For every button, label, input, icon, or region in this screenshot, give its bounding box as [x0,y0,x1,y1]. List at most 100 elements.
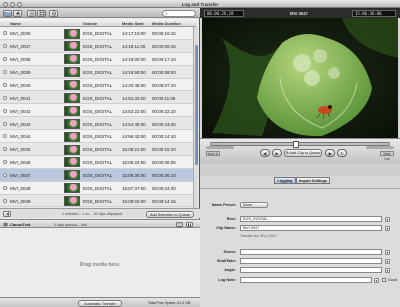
row-select-radio[interactable] [2,173,7,178]
clip-name-menu-button[interactable]: ▾ [385,225,390,231]
table-row[interactable]: MVI_0048 EOS_DIGITAL 15:07:37:00 00:00:24:2… [0,181,193,195]
clip-volume: EOS_DIGITAL [83,57,113,63]
table-row[interactable]: MVI_0039 EOS_DIGITAL 14:19:58:00 00:00:09:0… [0,65,193,79]
table-row[interactable]: MVI_0041 EOS_DIGITAL 14:51:33:00 00:00:11:0… [0,91,193,105]
clip-thumbnail [64,54,80,65]
video-preview[interactable] [202,18,398,138]
scene-menu-button[interactable]: ▾ [385,249,390,255]
clip-thumbnail [64,118,80,129]
clip-volume: EOS_DIGITAL [83,82,113,88]
mark-in-button[interactable]: Mark In [206,151,220,156]
icon-view-button[interactable] [37,9,46,17]
jog-control[interactable] [366,146,394,149]
automatic-transfer-button[interactable]: Automatic Transfer [78,299,122,307]
clip-name: MVI_0038 [10,57,31,63]
browse-toolbar: ⌕ [0,8,200,18]
name-preset-popup[interactable]: None [240,202,268,208]
duration-timecode[interactable]: 00:00:26;28 [204,9,244,17]
table-row[interactable]: MVI_0043 EOS_DIGITAL 14:54:48:00 00:00:43:2… [0,117,193,131]
search-field[interactable]: ⌕ [162,9,196,17]
row-select-radio[interactable] [2,108,7,113]
row-select-radio[interactable] [2,185,7,190]
table-row[interactable]: MVI_0045 EOS_DIGITAL 15:06:21:00 00:00:15:1… [0,143,193,156]
video-frame [202,18,398,138]
shot-take-field[interactable] [240,258,382,264]
column-header-volume[interactable]: Volume [83,21,97,26]
row-select-radio[interactable] [2,69,7,74]
table-row[interactable]: MVI_0037 EOS_DIGITAL 14:18:11:00 00:00:09:1… [0,39,193,53]
shuttle-control[interactable] [206,146,234,149]
clip-name: MVI_0036 [10,31,31,37]
log-note-menu-button[interactable]: ▾ [374,277,379,283]
clip-media-start: 14:19:00:00 [122,57,146,63]
clip-name-field[interactable]: MVI 0047 [240,225,382,231]
eject-button[interactable] [13,9,22,17]
column-header-media-start[interactable]: Media Start [122,21,144,26]
action-menu-button[interactable] [49,9,58,17]
clip-media-start: 14:53:22:00 [122,108,146,114]
angle-menu-button[interactable]: ▾ [385,267,390,273]
loop-button[interactable]: ↻ [337,149,347,157]
table-row[interactable]: MVI_0049 EOS_DIGITAL 15:08:02:00 00:00:14:1… [0,194,193,208]
add-folder-button[interactable] [3,9,12,17]
table-row[interactable]: MVI_0046 EOS_DIGITAL 15:06:24:00 00:00:05:0… [0,155,193,169]
column-header-name[interactable]: Name [10,21,21,26]
play-button[interactable]: ▶ [272,149,282,157]
go-to-in-button[interactable]: ◀| [260,149,270,157]
row-select-radio[interactable] [2,44,7,49]
row-select-radio[interactable] [2,160,7,165]
shot-take-label: Shot/Take: [216,259,236,263]
grid-view-icon [39,11,44,15]
pause-icon [188,223,191,226]
row-select-radio[interactable] [2,82,7,87]
row-select-radio[interactable] [2,95,7,100]
row-select-radio[interactable] [2,121,7,126]
transfer-queue[interactable]: Drag media here. [0,228,200,297]
shot-take-menu-button[interactable]: ▾ [385,258,390,264]
queue-device-name: CanonTest [10,222,31,228]
clip-media-duration: 00:00:15:10 [152,147,176,153]
table-row[interactable]: MVI_0042 EOS_DIGITAL 14:53:22:00 00:00:22:1… [0,104,193,118]
table-row[interactable]: MVI_0044 EOS_DIGITAL 14:56:43:00 00:00:14:1… [0,130,193,144]
clip-media-start: 15:06:36:00 [122,173,146,179]
pause-queue-button[interactable] [186,221,193,227]
add-selection-to-queue-button[interactable]: Add Selection to Queue [146,210,194,218]
row-select-radio[interactable] [2,31,7,36]
angle-field[interactable] [240,267,382,273]
scene-field[interactable] [240,249,382,255]
row-select-radio[interactable] [2,57,7,62]
good-checkbox[interactable] [382,278,386,282]
list-view-button[interactable] [27,9,36,17]
current-timecode[interactable]: 15:06:36:00 [352,9,396,17]
table-row[interactable]: MVI_0036 EOS_DIGITAL 14:17:10:00 00:00:16:1… [0,27,193,40]
clip-media-start: 14:54:48:00 [122,121,146,127]
log-note-field[interactable] [240,277,372,283]
clip-media-start: 14:17:10:00 [122,31,146,37]
reel-menu-button[interactable]: ▾ [385,216,390,222]
table-row[interactable]: MVI_0040 EOS_DIGITAL 14:20:48:00 00:00:07:1… [0,78,193,92]
mark-out-button[interactable]: Mark Out [380,151,394,161]
table-row[interactable]: MVI_0038 EOS_DIGITAL 14:19:00:00 00:00:17:1… [0,52,193,66]
collapse-button[interactable] [3,210,11,217]
clip-media-start: 15:07:37:00 [122,185,146,191]
add-clip-to-queue-button[interactable]: ⊕ Add Clip to Queue [284,149,322,157]
clip-media-duration: 00:00:17:10 [152,57,176,63]
tab-import-settings[interactable]: Import Settings [296,177,330,184]
queue-menu-button[interactable] [176,221,183,227]
column-header-media-duration[interactable]: Media Duration [152,21,181,26]
row-select-radio[interactable] [2,134,7,139]
list-view-icon [29,11,34,15]
clip-list-scrollbar[interactable] [193,27,199,208]
browse-status-bar: 1 selected – 1 vo… 53 clips displayed Ad… [0,208,200,218]
row-select-radio[interactable] [2,147,7,152]
row-select-radio[interactable] [2,198,7,203]
clip-thumbnail [64,80,80,91]
scrollbar-thumb[interactable] [194,45,199,165]
table-row[interactable]: MVI_0047 EOS_DIGITAL 15:06:36:00 00:00:26:1… [0,168,193,182]
reel-field[interactable]: EOS_DIGITAL [240,216,382,222]
clip-thumbnail [64,183,80,194]
tab-logging[interactable]: Logging [274,177,296,184]
go-to-out-button[interactable]: |▶ [325,149,335,157]
playhead[interactable] [293,141,299,148]
scrubber-bar[interactable] [210,141,390,148]
